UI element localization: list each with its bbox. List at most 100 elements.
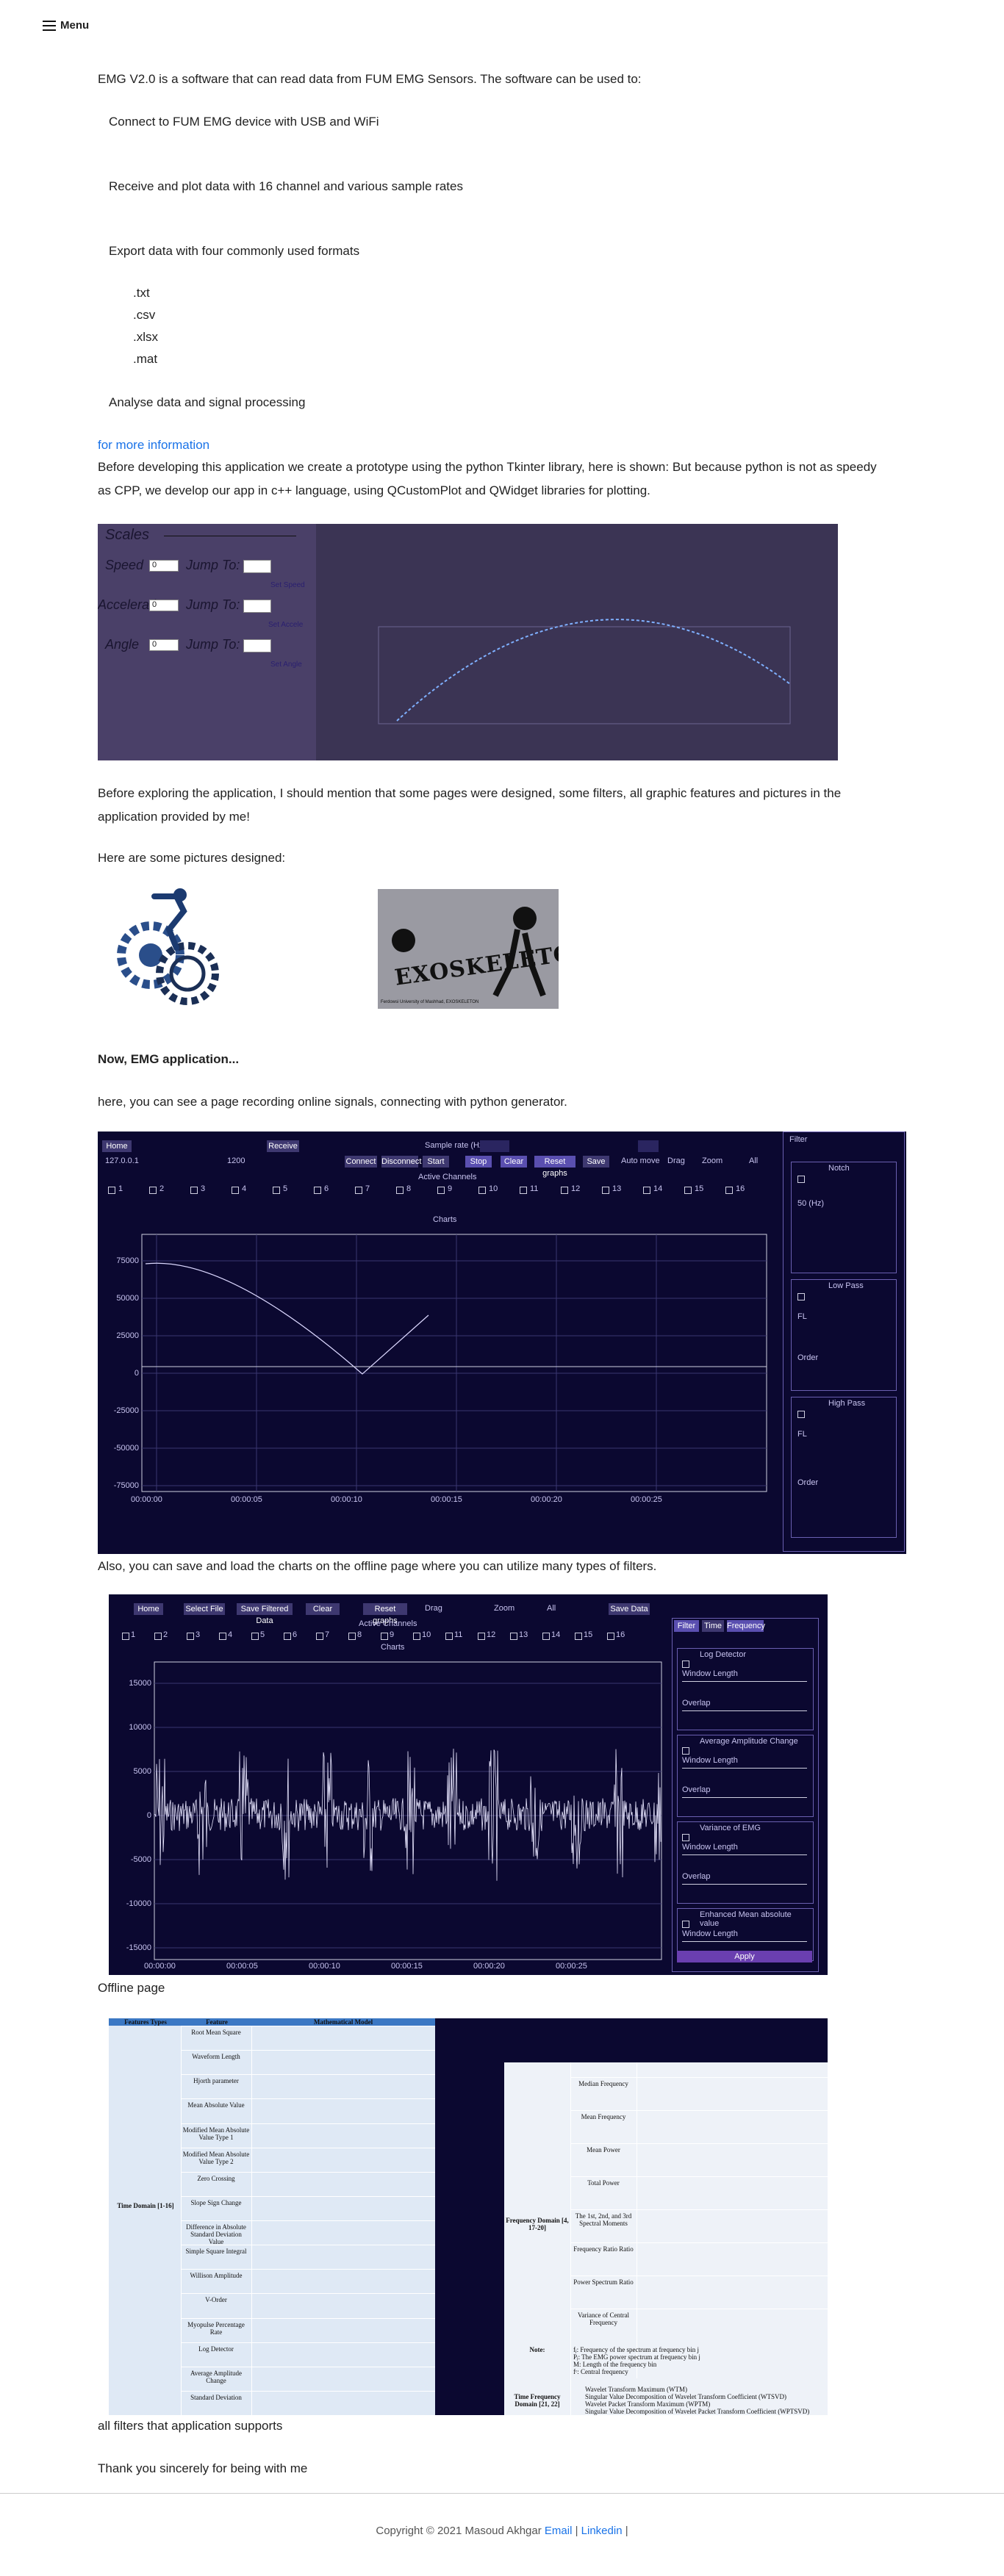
exoskeleton-picture: EXOSKELETON Ferdowsi University of Mashh… [378,889,559,1009]
online-chart [141,1234,767,1492]
linkedin-link[interactable]: Linkedin [581,2525,623,2537]
x-tick-label: 00:00:20 [531,1495,562,1504]
feature-group: Average Amplitude Change Window Length Ove… [677,1735,814,1817]
feature-item: Analyse data and signal processing [109,395,306,409]
apply-button[interactable]: Apply [677,1951,812,1962]
x-tick-label: 00:00:05 [231,1495,262,1504]
jump-to-field[interactable] [243,560,271,573]
row-divider [181,2220,435,2221]
jump-to-field[interactable] [243,639,271,652]
row-divider [570,2143,828,2144]
low-pass-label: Low Pass [828,1281,864,1290]
time-feature-name: Myopulse Percentage Rate [187,2320,245,2336]
x-tick-label: 00:00:10 [309,1962,340,1971]
time-feature-name: Modified Mean Absolute Value Type 1 [182,2126,250,2141]
field-input[interactable] [682,1797,807,1798]
row-divider [181,2195,435,2197]
feature-group-checkbox[interactable] [682,1661,689,1668]
feature-group-checkbox[interactable] [682,1747,689,1755]
header-feature-type: Features Types [124,2018,167,2026]
time-feature-name: V-Order [205,2296,227,2304]
exoskeleton-subtitle: Ferdowsi University of Mashhad, EXOSKELE… [381,1000,479,1004]
set-angle-link[interactable]: Set Angle [270,661,302,669]
tkinter-plot [316,524,838,760]
frequency-feature-name: Total Power [587,2179,620,2187]
low-pass-checkbox[interactable] [797,1293,805,1300]
jump-to-label: Jump To: [186,597,240,612]
high-pass-label: High Pass [828,1399,866,1408]
high-pass-checkbox[interactable] [797,1411,805,1418]
tab-frequency[interactable]: Frequency [727,1620,765,1632]
header-feature: Feature [206,2018,228,2026]
jump-to-field[interactable] [243,600,271,613]
more-info-link[interactable]: for more information [98,433,209,457]
feature-item: Export data with four commonly used form… [109,244,360,258]
gears-picture [110,882,224,1007]
y-tick-label: 0 [134,1369,139,1378]
set-accele-link[interactable]: Set Accele [268,621,303,629]
notch-frequency[interactable]: 50 (Hz) [797,1199,824,1208]
notch-checkbox[interactable] [797,1176,805,1183]
angle-spinbox[interactable]: 0 [149,639,179,651]
time-feature-name: Log Detector [198,2345,234,2353]
row-divider [570,2077,828,2078]
field-input[interactable] [682,1681,807,1682]
set-speed-link[interactable]: Set Speed [270,581,305,589]
order-label: Order [797,1353,819,1362]
y-tick-label: -75000 [113,1481,139,1490]
row-divider [181,2390,435,2392]
time-domain-table: Features Types Feature Mathematical Mode… [109,2018,435,2415]
field-label: Window Length [682,1756,738,1765]
feature-group-checkbox[interactable] [682,1834,689,1841]
frequency-feature-name: Frequency Ratio Ratio [573,2245,634,2253]
features-panel: Filter Time Frequency Log Detector Window… [672,1618,819,1972]
time-feature-name: Willison Amplitude [190,2272,243,2280]
tab-filter[interactable]: Filter [674,1620,699,1632]
tab-time[interactable]: Time [702,1620,724,1632]
row-divider [181,2317,435,2319]
field-input[interactable] [682,1941,807,1942]
fl-label: FL [797,1430,807,1439]
time-feature-name: Waveform Length [192,2053,240,2061]
offline-paragraph: Also, you can save and load the charts o… [98,1559,657,1573]
format-item: .xlsx [133,330,158,344]
speed-spinbox[interactable]: 0 [149,560,179,572]
offline-chart [154,1661,662,1960]
feature-group-checkbox[interactable] [682,1921,689,1928]
time-frequency-feature: Singular Value Decomposition of Wavelet … [585,2393,786,2400]
time-feature-name: Average Amplitude Change [190,2369,243,2384]
y-tick-label: 5000 [133,1767,151,1776]
fl-label: FL [797,1312,807,1321]
notch-group: Notch 50 (Hz) [791,1162,897,1273]
note-line: fᶜ: Central frequency [573,2368,628,2375]
designed-paragraph: Before exploring the application, I shou… [98,786,842,824]
row-divider [570,2242,828,2243]
time-feature-name: Root Mean Square [191,2029,241,2036]
x-tick-label: 00:00:00 [131,1495,162,1504]
x-tick-label: 00:00:10 [331,1495,362,1504]
field-input[interactable] [682,1884,807,1885]
field-input[interactable] [682,1854,807,1855]
field-input[interactable] [682,1768,807,1769]
high-pass-group: High Pass FL Order [791,1397,897,1538]
filter-panel: Filter Notch 50 (Hz) Low Pass FL Order H… [783,1132,905,1552]
order-label: Order [797,1478,819,1487]
time-feature-name: Standard Deviation [190,2393,242,2401]
time-feature-name: Hjorth parameter [193,2077,239,2085]
y-tick-label: 75000 [116,1256,139,1265]
field-label: Window Length [682,1843,738,1852]
feature-item: Receive and plot data with 16 channel an… [109,179,463,193]
field-label: Overlap [682,1872,711,1881]
online-page-screenshot: Home Receive Sample rate (Hz): 127.0.0.1… [98,1132,906,1554]
acceleration-spinbox[interactable]: 0 [149,600,179,611]
email-link[interactable]: Email [545,2525,573,2537]
time-feature-name: Modified Mean Absolute Value Type 2 [182,2150,250,2165]
y-tick-label: -10000 [126,1899,151,1908]
time-frequency-label: Time Frequency Domain [21, 22] [514,2393,561,2408]
frequency-domain-table: Frequency Domain [4, 17-20] Median Frequ… [504,2062,828,2415]
x-tick-label: 00:00:15 [431,1495,462,1504]
field-input[interactable] [682,1710,807,1711]
menu-button[interactable]: Menu [43,19,89,32]
format-item: .csv [133,308,156,322]
pictures-intro: Here are some pictures designed: [98,851,286,865]
